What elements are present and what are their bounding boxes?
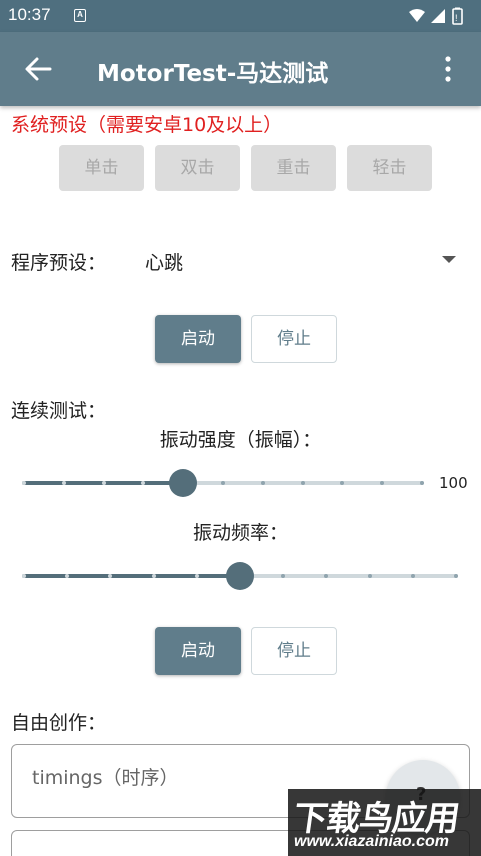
program-presets-label: 程序预设： <box>11 252 107 274</box>
slider-tick <box>260 481 265 485</box>
heavy-click-button[interactable]: 重击 <box>251 145 336 191</box>
site-watermark: 下载鸟应用 www.xiazainiao.com <box>288 789 481 856</box>
timings-input[interactable] <box>32 767 372 789</box>
slider-tick <box>194 574 199 578</box>
slider-fill <box>22 574 240 578</box>
system-status-icons: ! <box>409 7 463 25</box>
slider-tick <box>101 481 106 485</box>
app-title: MotorTest-马达测试 <box>97 61 329 87</box>
svg-text:!: ! <box>455 13 458 23</box>
slider-tick <box>410 574 415 578</box>
slider-tick <box>300 481 305 485</box>
tick-button[interactable]: 轻击 <box>347 145 432 191</box>
app-bar: MotorTest-马达测试 <box>0 32 481 106</box>
continuous-test-label: 连续测试： <box>11 400 107 422</box>
accessibility-icon: A <box>74 9 86 22</box>
slider-tick <box>454 574 458 578</box>
slider-tick <box>367 574 372 578</box>
system-presets-title: 系统预设（需要安卓10及以上） <box>11 114 283 136</box>
free-creation-label: 自由创作： <box>11 712 107 734</box>
slider-tick <box>61 481 66 485</box>
wifi-icon <box>409 9 425 22</box>
amplitude-value: 100 <box>439 474 468 492</box>
program-preset-spinner[interactable]: 心跳 <box>145 248 183 275</box>
back-arrow-icon[interactable] <box>24 56 52 82</box>
continuous-start-button[interactable]: 启动 <box>155 627 241 675</box>
slider-tick <box>420 481 424 485</box>
slider-thumb[interactable] <box>168 469 197 497</box>
amplitude-label: 振动强度（振幅）： <box>159 429 322 451</box>
slider-tick <box>22 574 26 578</box>
watermark-url: www.xiazainiao.com <box>294 833 450 850</box>
program-stop-button[interactable]: 停止 <box>251 315 337 363</box>
slider-tick <box>151 574 156 578</box>
program-start-button[interactable]: 启动 <box>155 315 241 363</box>
click-button[interactable]: 单击 <box>59 145 144 191</box>
more-vert-icon[interactable] <box>445 56 451 82</box>
frequency-label: 振动频率： <box>192 522 288 544</box>
double-click-button[interactable]: 双击 <box>155 145 240 191</box>
continuous-stop-button[interactable]: 停止 <box>251 627 337 675</box>
slider-thumb[interactable] <box>226 562 254 590</box>
slider-tick <box>22 481 26 485</box>
status-bar: 10:37 A ! <box>0 0 481 32</box>
slider-tick <box>221 481 225 485</box>
dropdown-arrow-icon[interactable] <box>442 256 456 263</box>
frequency-slider[interactable] <box>22 561 458 591</box>
amplitude-slider[interactable] <box>22 468 424 498</box>
signal-icon <box>431 9 445 23</box>
status-time: 10:37 <box>8 5 51 24</box>
